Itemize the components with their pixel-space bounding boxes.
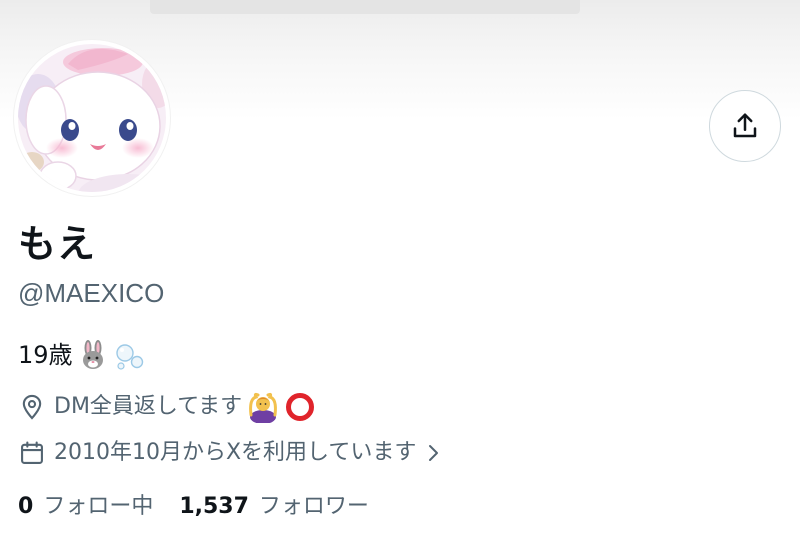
share-upload-icon [733, 113, 757, 138]
user-handle: @MAEXICO [18, 278, 165, 308]
profile-avatar[interactable] [14, 40, 170, 196]
joined-text: 2010年10月からXを利用しています [54, 440, 417, 465]
followers-link[interactable]: 1,537 フォロワー [179, 491, 369, 523]
bio-text: 19歳 [18, 341, 73, 369]
followers-count: 1,537 [179, 494, 249, 519]
following-count: 0 [18, 494, 34, 519]
followers-label: フォロワー [258, 494, 369, 519]
display-name: もえ [18, 222, 97, 266]
follow-stats: 0 フォロー中 1,537 フォロワー [18, 491, 369, 523]
chevron-right-icon [422, 439, 450, 467]
share-button[interactable] [709, 90, 781, 162]
rabbit-emoji [77, 339, 109, 371]
hollow-red-circle-emoji [284, 391, 316, 423]
following-label: フォロー中 [43, 494, 154, 519]
profile-joined-date[interactable]: 2010年10月からXを利用しています [18, 438, 450, 468]
bubbles-emoji [113, 339, 145, 371]
person-gesturing-ok-emoji [246, 391, 280, 423]
location-text: DM全員返してます [54, 394, 243, 419]
following-link[interactable]: 0 フォロー中 [18, 491, 153, 523]
avatar-image [18, 44, 166, 192]
calendar-icon [18, 439, 46, 467]
profile-bio: 19歳 [18, 338, 145, 372]
profile-location: DM全員返してます [18, 391, 316, 423]
location-pin-icon [18, 393, 46, 421]
